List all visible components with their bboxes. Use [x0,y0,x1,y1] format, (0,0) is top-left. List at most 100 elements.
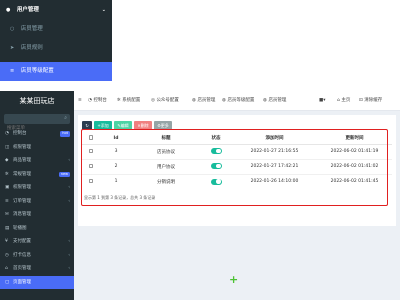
page-icon: ▢ [5,279,10,285]
sidebar-item-label: 控制台 [13,131,27,136]
sidebar-item-home[interactable]: ⌂ 首页管理 ‹ [0,262,74,276]
delete-button-label: 删除 [140,123,149,128]
data-table: Id 标题 状态 添加时间 更新时间 3 店员协议 2022-01-27 21:… [82,133,392,189]
home-icon: ⌂ [5,266,8,271]
sidebar-item-auth[interactable]: ◫ 权限管理 [0,141,74,155]
admin-screen: 某某田玩店 ⌕ ◔控制台 hot ◫权限管理 ◆商品管理 ‹ ✲常规管理 new… [0,91,400,300]
cell-updated: 2022-06-02 01:41:19 [317,143,392,159]
tab-label: 公众号配置 [156,98,179,103]
add-button[interactable]: +添加 [94,121,112,130]
sidebar-item-messages[interactable]: ✉ 消息管理 [0,208,74,222]
sidebar-item-label: 常规管理 [13,171,31,177]
staff-icon: ◍ [263,98,267,103]
cell-updated: 2022-06-02 01:41:45 [317,173,392,189]
app-logo[interactable]: 某某田玩店 [0,91,74,111]
more-button-label: 更多 [160,123,169,128]
column-header-updated[interactable]: 更新时间 [317,133,392,145]
sidebar-item-label: 权限管理 [13,144,31,150]
menu-search: ⌕ [4,114,70,134]
chevron-left-icon: ‹ [68,266,70,271]
edit-button[interactable]: ✎编辑 [114,121,132,130]
cell-title: 店员协议 [132,143,200,159]
tab-wechat-config[interactable]: ◎ 公众号配置 [151,91,179,111]
home-link[interactable]: ⌂ 主页 [337,91,350,111]
menu-item-label: 店员管理 [20,26,43,32]
chevron-down-icon: ⌄ [101,7,106,13]
more-button[interactable]: ⚙更多 [154,121,172,130]
sidebar-item-permission[interactable]: ▣ 权限管理 ‹ [0,181,74,195]
cell-id: 1 [100,173,132,189]
menu-item-label: 店员规则 [20,45,43,51]
status-toggle[interactable] [200,158,232,174]
column-header-created[interactable]: 添加时间 [232,133,317,145]
row-checkbox[interactable] [82,173,100,189]
sidebar-item-label: 首页管理 [13,266,31,271]
layout-icon[interactable]: ■▾ [319,91,326,111]
table-row[interactable]: 2 用户协议 2022-01-27 17:42:21 2022-06-02 01… [82,158,392,174]
sidebar-item-payment[interactable]: ¥ 支付配置 ‹ [0,235,74,249]
tab-label: 控制台 [93,98,107,103]
dashboard-icon: ◔ [5,131,9,136]
cell-created: 2022-01-27 17:42:21 [232,158,317,174]
gear-icon: ✲ [117,98,121,103]
sidebar-item-pages[interactable]: ▢ 页面管理 [0,275,74,289]
tab-staff[interactable]: ◍ 店员管理 [192,91,215,111]
tab-system-config[interactable]: ✲ 系统配置 [117,91,140,111]
table-row[interactable]: 3 店员协议 2022-01-27 21:16:55 2022-06-02 01… [82,143,392,159]
image-icon: ▤ [5,225,10,231]
sidebar-item-label: 打卡信息 [13,252,31,258]
gear-icon: ✲ [5,171,9,177]
clock-icon: ◷ [5,252,9,258]
sidebar-item-checkin[interactable]: ◷ 打卡信息 ‹ [0,249,74,263]
menu-item-staff-rules[interactable]: ➤ 店员规则 [0,39,112,58]
list-icon: ≡ [5,198,9,204]
sidebar-item-goods[interactable]: ◆ 商品管理 ‹ [0,154,74,168]
lock-icon: ▣ [5,185,10,190]
sidebar: 某某田玩店 ⌕ ◔控制台 hot ◫权限管理 ◆商品管理 ‹ ✲常规管理 new… [0,91,74,300]
status-toggle[interactable] [200,173,232,189]
column-header-id[interactable]: Id [100,133,132,145]
sidebar-item-carousel[interactable]: ▤ 轮播图 [0,222,74,236]
menu-toggle-icon[interactable]: ≡ [78,91,82,111]
staff-icon: ◍ [192,98,196,103]
menu-item-staff[interactable]: ○ 店员管理 [0,20,112,39]
wechat-icon: ◎ [151,98,155,103]
refresh-button[interactable]: ↻ [82,121,92,130]
sidebar-item-dashboard[interactable]: ◔ 控制台 hot [0,127,74,141]
clear-cache-label: 清除缓存 [364,98,383,103]
refresh-icon: ↻ [85,123,89,128]
top-menu-snippet: ● 用户管理 ⌄ ○ 店员管理 ➤ 店员规则 ≡ 店员等级配置 [0,0,112,81]
select-all-checkbox[interactable] [82,133,100,145]
group-icon: ◫ [5,144,10,150]
column-header-status[interactable]: 状态 [200,133,232,145]
chevron-left-icon: ‹ [68,198,70,204]
tab-label: 店员管理 [268,98,287,103]
clear-cache-button[interactable]: ⊡ 清除缓存 [359,91,382,111]
menu-group-user-management[interactable]: ● 用户管理 ⌄ [0,0,112,20]
tab-dashboard[interactable]: ◔ 控制台 [88,91,107,111]
goods-icon: ◆ [5,158,9,163]
tab-label: 店员管理 [197,98,216,103]
user-icon: ● [6,7,11,13]
menu-item-staff-level-config[interactable]: ≡ 店员等级配置 [0,62,112,81]
staff-icon: ◍ [222,98,226,103]
row-checkbox[interactable] [82,158,100,174]
status-toggle[interactable] [200,143,232,159]
cell-created: 2022-01-27 21:16:55 [232,143,317,159]
row-checkbox[interactable] [82,143,100,159]
pay-icon: ¥ [5,239,8,244]
sidebar-item-orders[interactable]: ≡ 订单管理 ‹ [0,195,74,209]
search-icon[interactable]: ⌕ [64,115,67,121]
sidebar-item-label: 消息管理 [13,212,31,217]
hot-badge: hot [60,131,70,137]
table-row[interactable]: 1 分销说明 2022-01-26 14:10:00 2022-06-02 01… [82,173,392,189]
tab-staff-2[interactable]: ◍ 店员管理 [263,91,286,111]
column-header-title[interactable]: 标题 [132,133,200,145]
send-icon: ➤ [10,45,15,51]
list-icon: ≡ [10,68,15,74]
delete-button[interactable]: ✕删除 [134,121,152,130]
sidebar-item-general[interactable]: ✲ 常规管理 new [0,168,74,182]
menu-item-label: 店员等级配置 [20,68,54,74]
edit-button-label: 编辑 [120,123,129,128]
tab-staff-level[interactable]: ◍ 店员等级配置 [222,91,254,111]
